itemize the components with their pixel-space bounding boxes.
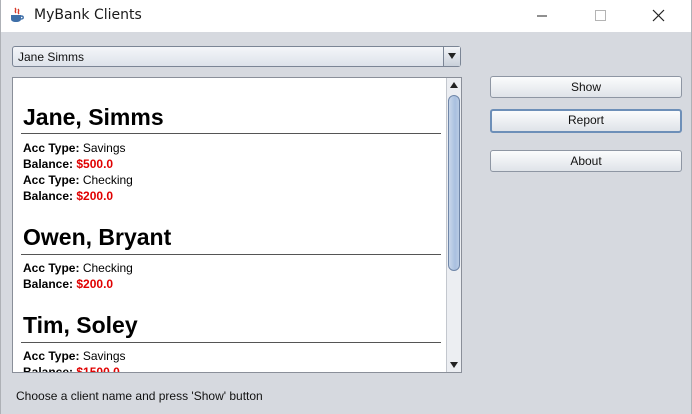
balance-line: Balance: $200.0 [23,189,113,203]
arrow-up-icon [450,82,458,88]
balance-amount: $500.0 [76,157,114,171]
report-button[interactable]: Report [490,109,682,133]
client-name: Jane, Simms [23,104,164,130]
arrow-down-icon [450,362,458,368]
scrollbar-thumb[interactable] [448,95,460,271]
client-name: Owen, Bryant [23,224,172,250]
java-cup-icon [8,6,26,24]
balance-amount: $200.0 [76,189,114,203]
balance-line: Balance: $500.0 [23,157,113,171]
balance-label: Balance: [23,189,74,203]
client-divider [21,133,441,134]
client-divider [21,342,441,343]
chevron-down-icon [448,53,456,59]
account-type-line: Acc Type: Savings [23,349,126,363]
account-type-line: Acc Type: Checking [23,261,133,275]
account-type-label: Acc Type: [23,261,80,275]
balance-label: Balance: [23,277,74,291]
client-combobox[interactable]: Jane Simms [12,46,461,67]
balance-amount: $1500.0 [76,365,120,373]
close-button[interactable] [635,0,681,32]
maximize-icon [595,10,606,21]
account-type-line: Acc Type: Checking [23,173,133,187]
show-button[interactable]: Show [490,76,682,98]
maximize-button[interactable] [577,0,623,32]
combobox-dropdown-button[interactable] [443,47,460,66]
minimize-icon [537,15,547,17]
scroll-up-button[interactable] [447,78,461,93]
account-type-line: Acc Type: Savings [23,141,126,155]
close-icon [652,9,665,22]
balance-amount: $200.0 [76,277,114,291]
balance-line: Balance: $200.0 [23,277,113,291]
window-title: MyBank Clients [34,7,142,23]
about-button[interactable]: About [490,150,682,172]
balance-label: Balance: [23,157,74,171]
status-message: Choose a client name and press 'Show' bu… [16,389,263,403]
client-divider [21,254,441,255]
account-type-value: Checking [82,261,133,275]
mybank-window: MyBank Clients Jane Simms Jane, Simms Ac… [0,0,692,414]
client-name: Tim, Soley [23,312,138,338]
vertical-scrollbar[interactable] [446,78,461,372]
account-type-value: Savings [82,141,126,155]
account-type-label: Acc Type: [23,349,80,363]
title-bar[interactable]: MyBank Clients [1,0,691,32]
report-scroll-pane[interactable]: Jane, Simms Acc Type: Savings Balance: $… [12,77,462,373]
account-type-label: Acc Type: [23,173,80,187]
balance-label: Balance: [23,365,74,373]
account-type-value: Checking [82,173,133,187]
account-type-value: Savings [82,349,126,363]
client-combobox-value: Jane Simms [18,50,85,64]
balance-line: Balance: $1500.0 [23,365,120,373]
minimize-button[interactable] [519,0,565,32]
account-type-label: Acc Type: [23,141,80,155]
scroll-down-button[interactable] [447,357,461,372]
